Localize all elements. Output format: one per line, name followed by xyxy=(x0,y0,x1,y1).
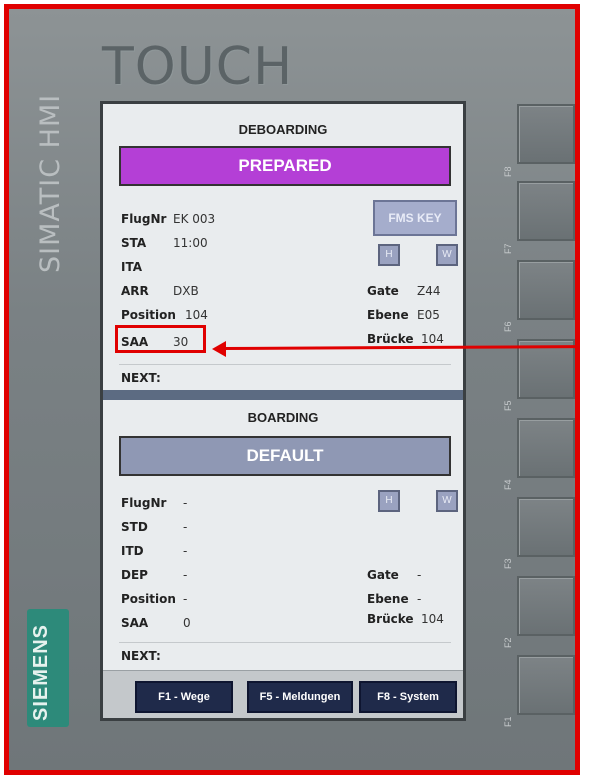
deboarding-title: DEBOARDING xyxy=(238,122,328,137)
photo-frame: TOUCH SIMATIC HMI SIEMENS F8 F7 F6 F5 F4… xyxy=(4,4,580,775)
function-key-f6[interactable] xyxy=(517,260,575,320)
deboarding-w-button[interactable]: W xyxy=(436,244,458,266)
function-key-label-f6: F6 xyxy=(503,321,513,332)
brd-label-saa: SAA xyxy=(121,616,149,630)
deb-next-label: NEXT: xyxy=(121,371,161,385)
fms-key-button[interactable]: FMS KEY xyxy=(373,200,457,236)
brd-value-flugnr: - xyxy=(183,496,188,510)
brd-label-flugnr: FlugNr xyxy=(121,496,167,510)
brd-value-position: - xyxy=(183,592,188,606)
function-key-label-f4: F4 xyxy=(503,479,513,490)
boarding-status-banner: DEFAULT xyxy=(119,436,451,476)
deb-value-ebene: E05 xyxy=(417,308,440,322)
brd-label-gate: Gate xyxy=(367,568,399,582)
brd-label-position: Position xyxy=(121,592,176,606)
function-key-label-f1: F1 xyxy=(503,716,513,727)
deb-label-position: Position xyxy=(121,308,176,322)
brd-value-itd: - xyxy=(183,544,188,558)
siemens-logo-text: SIEMENS xyxy=(30,623,52,721)
brd-value-std: - xyxy=(183,520,188,534)
deb-label-flugnr: FlugNr xyxy=(121,212,167,226)
function-key-f8[interactable] xyxy=(517,104,575,164)
function-key-label-f7: F7 xyxy=(503,243,513,254)
brd-value-ebene: - xyxy=(417,592,422,606)
deboarding-status-banner: PREPARED xyxy=(119,146,451,186)
function-key-f2[interactable] xyxy=(517,576,575,636)
deboarding-h-button[interactable]: H xyxy=(378,244,400,266)
boarding-h-button[interactable]: H xyxy=(378,490,400,512)
hmi-screen: DEBOARDING PREPARED FMS KEY H W FlugNr E… xyxy=(100,101,466,721)
boarding-next-row: NEXT: xyxy=(119,642,451,667)
touch-logo: TOUCH xyxy=(102,37,294,97)
deb-value-position: 104 xyxy=(185,308,208,322)
brd-value-bruecke: 104 xyxy=(421,612,444,626)
function-key-label-f2: F2 xyxy=(503,637,513,648)
deboarding-next-row: NEXT: xyxy=(119,364,451,389)
siemens-badge: SIEMENS xyxy=(27,609,69,727)
function-key-f1[interactable] xyxy=(517,655,575,715)
wege-button[interactable]: F1 - Wege xyxy=(135,681,233,713)
brd-value-dep: - xyxy=(183,568,188,582)
boarding-title: BOARDING xyxy=(247,410,319,425)
deb-label-arr: ARR xyxy=(121,284,149,298)
deb-label-sta: STA xyxy=(121,236,147,250)
deb-value-bruecke: 104 xyxy=(421,332,444,346)
deb-label-bruecke: Brücke xyxy=(367,332,414,346)
brd-value-gate: - xyxy=(417,568,422,582)
function-key-label-f3: F3 xyxy=(503,558,513,569)
deb-value-sta: 11:00 xyxy=(173,236,208,250)
brd-next-label: NEXT: xyxy=(121,649,161,663)
deb-value-gate: Z44 xyxy=(417,284,441,298)
bottom-nav-bar: F1 - Wege F5 - Meldungen F8 - System xyxy=(103,670,463,718)
deb-value-flugnr: EK 003 xyxy=(173,212,216,226)
boarding-w-button[interactable]: W xyxy=(436,490,458,512)
brd-label-bruecke: Brücke xyxy=(367,612,414,626)
function-key-f7[interactable] xyxy=(517,181,575,241)
brd-label-ebene: Ebene xyxy=(367,592,409,606)
function-key-f3[interactable] xyxy=(517,497,575,557)
simatic-hmi-label: SIMATIC HMI xyxy=(35,93,66,273)
deb-label-ita: ITA xyxy=(121,260,143,274)
brd-label-itd: ITD xyxy=(121,544,144,558)
function-key-label-f5: F5 xyxy=(503,400,513,411)
brd-label-std: STD xyxy=(121,520,148,534)
system-button[interactable]: F8 - System xyxy=(359,681,457,713)
brd-value-saa: 0 xyxy=(183,616,191,630)
saa-highlight-box xyxy=(115,325,206,353)
brd-label-dep: DEP xyxy=(121,568,148,582)
deb-value-arr: DXB xyxy=(173,284,199,298)
deb-label-ebene: Ebene xyxy=(367,308,409,322)
panel-divider xyxy=(103,390,463,400)
function-key-label-f8: F8 xyxy=(503,166,513,177)
function-key-f4[interactable] xyxy=(517,418,575,478)
meldungen-button[interactable]: F5 - Meldungen xyxy=(247,681,353,713)
deb-label-gate: Gate xyxy=(367,284,399,298)
